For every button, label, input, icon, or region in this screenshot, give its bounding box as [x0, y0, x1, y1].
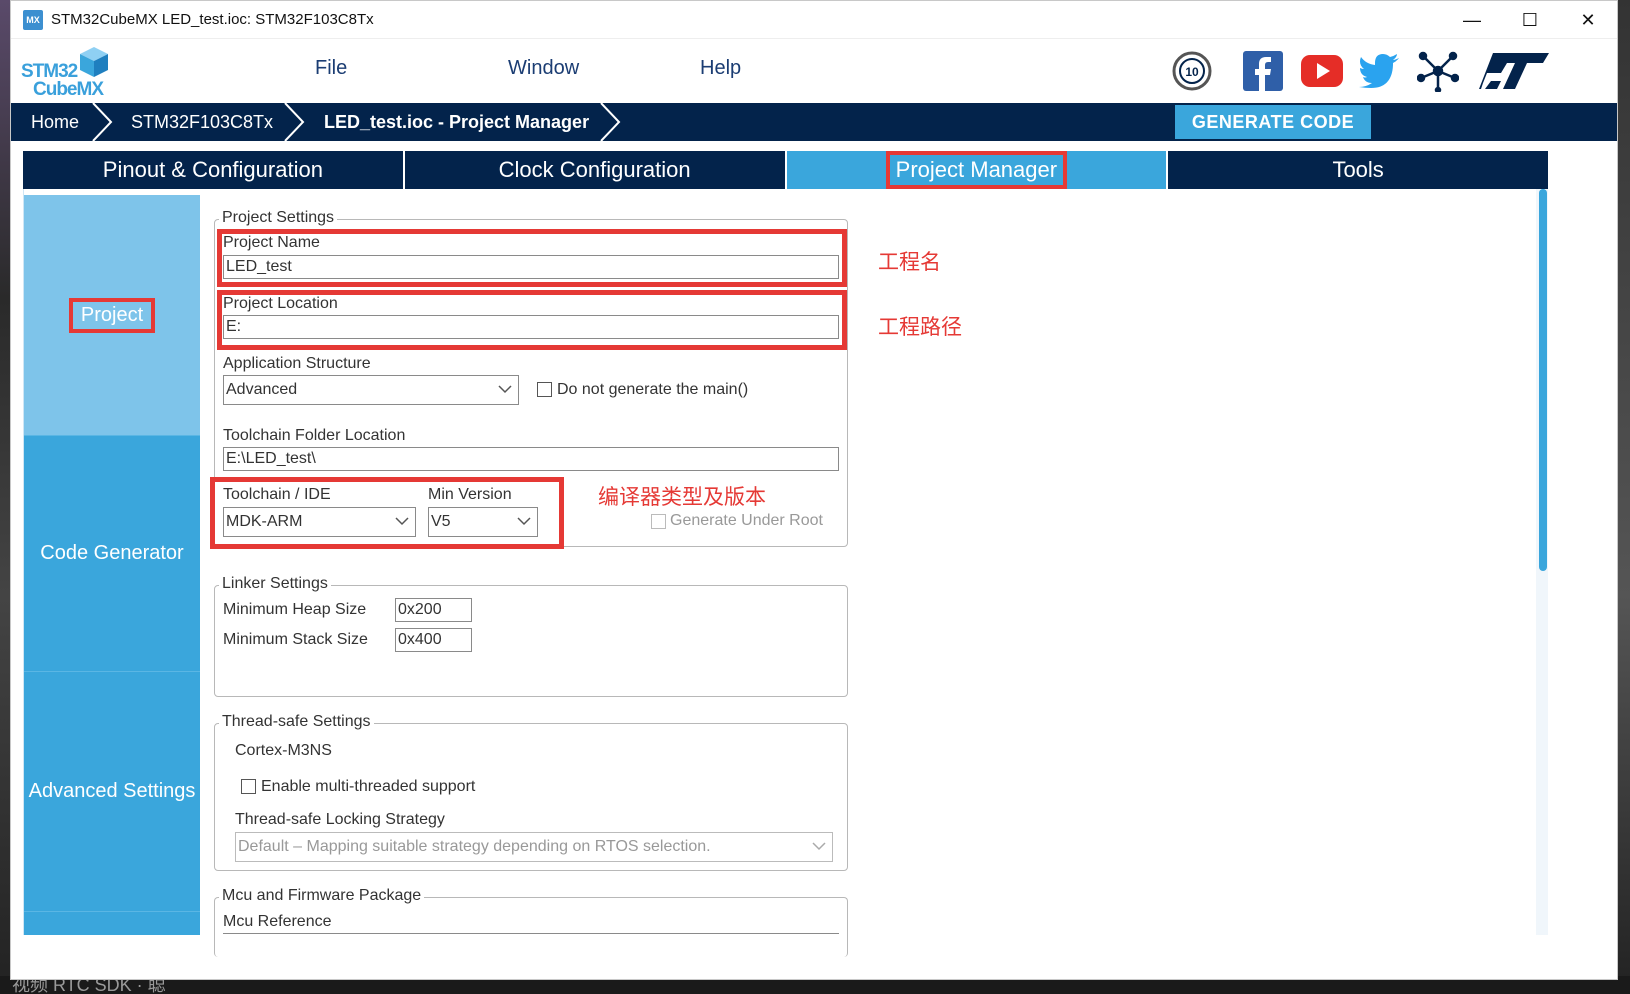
youtube-icon[interactable] [1301, 47, 1343, 95]
breadcrumb-mcu[interactable]: STM32F103C8Tx [131, 103, 273, 141]
application-structure-value: Advanced [226, 381, 298, 398]
generate-code-button[interactable]: GENERATE CODE [1175, 105, 1371, 139]
network-icon[interactable] [1417, 47, 1459, 95]
sidenav-item-advanced-settings[interactable]: Advanced Settings [24, 671, 200, 911]
application-structure-label: Application Structure [223, 355, 371, 372]
chevron-down-icon [517, 517, 531, 526]
project-location-label: Project Location [223, 295, 338, 312]
locking-strategy-value: Default – Mapping suitable strategy depe… [238, 838, 711, 855]
window-controls: — ☐ ✕ [1443, 1, 1617, 39]
min-stack-size-label: Minimum Stack Size [223, 631, 368, 648]
enable-multithreaded-checkbox[interactable] [241, 779, 256, 794]
min-heap-size-input[interactable]: 0x200 [395, 598, 472, 622]
title-bar: MX STM32CubeMX LED_test.ioc: STM32F103C8… [11, 1, 1617, 39]
menu-window[interactable]: Window [508, 57, 579, 80]
logo-line2: CubeMX [33, 79, 104, 100]
toolchain-ide-label: Toolchain / IDE [223, 486, 331, 503]
toolchain-folder-label: Toolchain Folder Location [223, 427, 406, 444]
min-version-value: V5 [431, 513, 451, 530]
breadcrumb-chevron-icon [284, 103, 305, 141]
breadcrumb-chevron-icon [92, 103, 113, 141]
tab-label: Clock Configuration [498, 157, 691, 182]
facebook-icon[interactable] [1243, 47, 1283, 95]
annotation-project-path: 工程路径 [878, 315, 962, 339]
project-settings-legend: Project Settings [219, 209, 338, 227]
locking-strategy-select[interactable]: Default – Mapping suitable strategy depe… [235, 832, 833, 862]
breadcrumb: Home STM32F103C8Tx LED_test.ioc - Projec… [11, 103, 1617, 141]
project-panel: Project Settings Project Name LED_test P… [200, 189, 1549, 957]
project-name-input[interactable]: LED_test [223, 255, 839, 279]
min-stack-size-input[interactable]: 0x400 [395, 628, 472, 652]
project-name-label: Project Name [223, 234, 320, 251]
min-version-select[interactable]: V5 [428, 507, 538, 537]
tab-label: Tools [1332, 157, 1384, 182]
st-logo-icon[interactable] [1479, 47, 1549, 95]
close-button[interactable]: ✕ [1559, 1, 1617, 39]
chevron-down-icon [395, 517, 409, 526]
do-not-generate-main-label: Do not generate the main() [557, 381, 749, 398]
desktop-background-left [0, 0, 10, 994]
tab-project-manager[interactable]: Project Manager [786, 151, 1169, 189]
svg-text:10: 10 [1185, 65, 1199, 79]
min-heap-size-label: Minimum Heap Size [223, 601, 367, 618]
generate-under-root-label: Generate Under Root [670, 512, 823, 529]
core-label: Cortex-M3NS [235, 742, 332, 759]
maximize-button[interactable]: ☐ [1501, 1, 1559, 39]
sidenav-label: Advanced Settings [28, 780, 196, 802]
sidenav-item-more[interactable] [24, 911, 200, 935]
breadcrumb-chevron-icon [600, 103, 621, 141]
menu-help[interactable]: Help [700, 57, 741, 80]
scrollbar-thumb[interactable] [1539, 189, 1547, 571]
mcu-reference-input-edge [223, 933, 839, 934]
stm32cubemx-logo: STM32 CubeMX [21, 43, 117, 100]
window-title: STM32CubeMX LED_test.ioc: STM32F103C8Tx [51, 11, 374, 28]
menu-bar: STM32 CubeMX File Window Help 10 [11, 39, 1617, 103]
main-tabs: Pinout & Configuration Clock Configurati… [23, 151, 1548, 189]
mcu-firmware-legend: Mcu and Firmware Package [219, 887, 425, 905]
cube-logo-icon [80, 47, 108, 77]
toolchain-ide-value: MDK-ARM [226, 513, 303, 530]
generate-under-root-checkbox[interactable] [651, 514, 666, 529]
do-not-generate-main-checkbox[interactable] [537, 382, 552, 397]
sidenav-label: Code Generator [40, 542, 184, 564]
tab-label: Pinout & Configuration [102, 157, 323, 182]
breadcrumb-current[interactable]: LED_test.ioc - Project Manager [324, 103, 589, 141]
tab-label: Project Manager [885, 151, 1068, 189]
chevron-down-icon [812, 842, 826, 851]
mcu-reference-label: Mcu Reference [223, 913, 332, 930]
project-location-input[interactable]: E: [223, 315, 839, 339]
twitter-icon[interactable] [1359, 47, 1399, 95]
linker-settings-legend: Linker Settings [219, 575, 331, 593]
minimize-button[interactable]: — [1443, 1, 1501, 39]
breadcrumb-home[interactable]: Home [31, 103, 79, 141]
locking-strategy-label: Thread-safe Locking Strategy [235, 811, 445, 828]
application-structure-select[interactable]: Advanced [223, 375, 519, 405]
toolchain-folder-input[interactable]: E:\LED_test\ [223, 447, 839, 471]
tab-tools[interactable]: Tools [1168, 151, 1548, 189]
sidenav-item-code-generator[interactable]: Code Generator [24, 435, 200, 671]
side-navigation: Project Code Generator Advanced Settings [24, 195, 200, 935]
sidenav-label: Project [68, 297, 156, 333]
toolchain-ide-select[interactable]: MDK-ARM [223, 507, 416, 537]
desktop-background-right [1618, 0, 1630, 994]
app-icon: MX [23, 9, 43, 30]
annotation-compiler: 编译器类型及版本 [598, 485, 766, 509]
enable-multithreaded-label: Enable multi-threaded support [261, 778, 476, 795]
tab-pinout-configuration[interactable]: Pinout & Configuration [23, 151, 405, 189]
sidenav-item-project[interactable]: Project [24, 195, 200, 435]
min-version-label: Min Version [428, 486, 512, 503]
tab-clock-configuration[interactable]: Clock Configuration [404, 151, 787, 189]
menu-file[interactable]: File [315, 57, 347, 80]
thread-safe-settings-legend: Thread-safe Settings [219, 713, 374, 731]
anniversary-10-icon[interactable]: 10 [1171, 47, 1213, 95]
chevron-down-icon [498, 385, 512, 394]
annotation-project-name: 工程名 [878, 250, 941, 274]
content-area: Project Code Generator Advanced Settings… [23, 189, 1549, 957]
app-window: MX STM32CubeMX LED_test.ioc: STM32F103C8… [10, 0, 1618, 980]
